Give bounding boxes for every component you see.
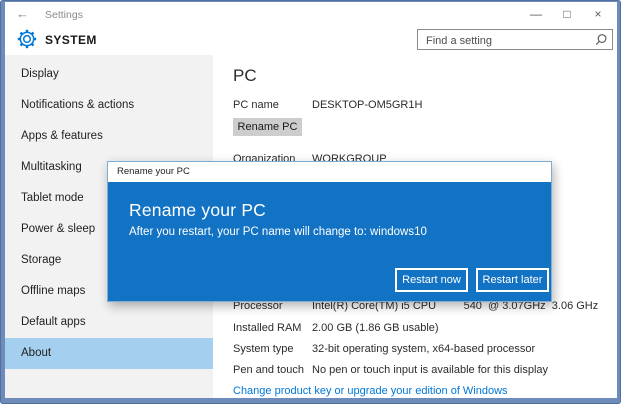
dialog-body: Rename your PC After you restart, your P… xyxy=(108,182,551,301)
pc-name-label: PC name xyxy=(233,99,312,111)
pc-name-value: DESKTOP-OM5GR1H xyxy=(312,99,422,111)
pen-touch-label: Pen and touch xyxy=(233,364,312,376)
section-heading: PC xyxy=(233,66,257,86)
back-arrow-icon[interactable]: ← xyxy=(16,6,29,21)
pen-touch-row: Pen and touchNo pen or touch input is av… xyxy=(233,364,613,376)
dialog-heading: Rename your PC xyxy=(129,200,266,221)
installed-ram-label: Installed RAM xyxy=(233,322,312,334)
window-controls: — □ × xyxy=(527,5,607,23)
rename-pc-button[interactable]: Rename PC xyxy=(233,118,302,136)
system-type-value: 32-bit operating system, x64-based proce… xyxy=(312,343,535,355)
pen-touch-value: No pen or touch input is available for t… xyxy=(312,364,548,376)
search-icon[interactable] xyxy=(594,33,608,52)
search-input[interactable] xyxy=(424,31,588,50)
screenshot: ← Settings — □ × xyxy=(0,0,628,410)
change-product-key-link[interactable]: Change product key or upgrade your editi… xyxy=(233,385,508,397)
close-icon[interactable]: × xyxy=(589,5,607,23)
minimize-icon[interactable]: — xyxy=(527,5,545,23)
sidebar-item-display[interactable]: Display xyxy=(5,59,213,90)
maximize-icon[interactable]: □ xyxy=(558,5,576,23)
installed-ram-row: Installed RAM2.00 GB (1.86 GB usable) xyxy=(233,322,613,334)
dialog-message: After you restart, your PC name will cha… xyxy=(129,226,427,238)
installed-ram-value: 2.00 GB (1.86 GB usable) xyxy=(312,322,439,334)
titlebar: ← Settings — □ × xyxy=(5,2,617,28)
sidebar-item-about[interactable]: About xyxy=(5,338,213,369)
pc-name-row: PC nameDESKTOP-OM5GR1H xyxy=(233,99,613,111)
sidebar-item-notifications[interactable]: Notifications & actions xyxy=(5,90,213,121)
sidebar-item-apps-features[interactable]: Apps & features xyxy=(5,121,213,152)
dialog-titlebar: Rename your PC xyxy=(108,162,551,182)
sidebar-item-default-apps[interactable]: Default apps xyxy=(5,307,213,338)
search-box xyxy=(417,29,613,50)
restart-later-button[interactable]: Restart later xyxy=(476,268,549,292)
gear-icon xyxy=(17,29,37,54)
system-type-label: System type xyxy=(233,343,312,355)
window-title: Settings xyxy=(45,9,83,21)
rename-pc-dialog: Rename your PC Rename your PC After you … xyxy=(107,161,552,302)
page-title: SYSTEM xyxy=(45,33,97,47)
restart-now-button[interactable]: Restart now xyxy=(395,268,468,292)
system-type-row: System type32-bit operating system, x64-… xyxy=(233,343,613,355)
